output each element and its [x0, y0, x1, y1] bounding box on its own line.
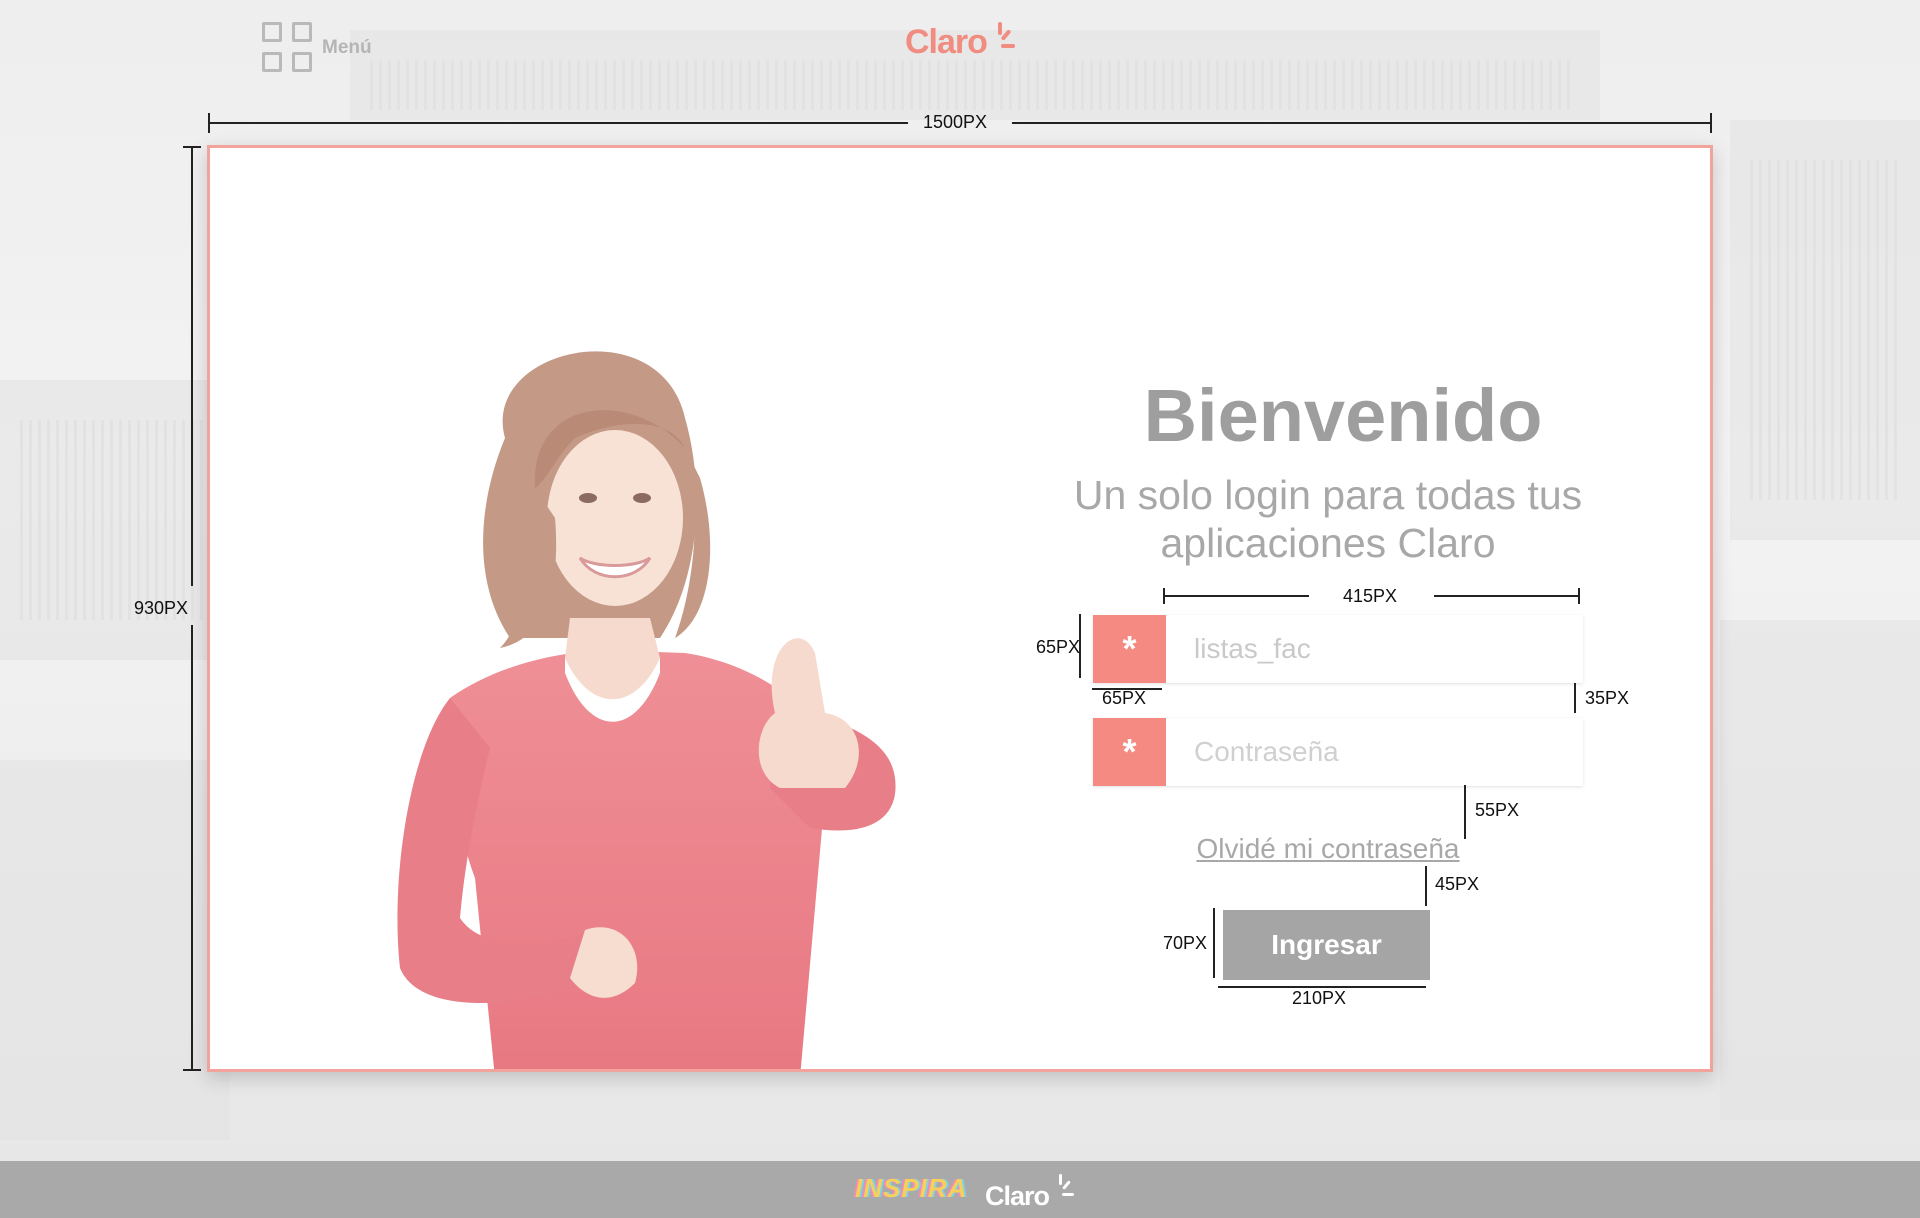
login-card: Bienvenido Un solo login para todas tus … — [207, 145, 1713, 1072]
dim-tick-bottom — [183, 1069, 201, 1071]
dim-line-card-height-top — [191, 146, 193, 586]
dim-forgot-gap: 55PX — [1475, 800, 1520, 820]
dim-line-card-width-left — [208, 122, 908, 124]
dim-line-button-height — [1213, 908, 1215, 978]
dim-line-card-height-bottom — [191, 625, 193, 1070]
dim-field-height: 65PX — [1036, 637, 1081, 657]
welcome-subtitle: Un solo login para todas tus aplicacione… — [1073, 472, 1583, 566]
dim-card-height: 930PX — [134, 598, 189, 618]
claro-rays-icon — [989, 22, 1015, 62]
dim-line-card-width-right — [1012, 122, 1712, 124]
footer-claro-logo: Claro — [985, 1172, 1077, 1212]
inspira-logo: INSPIRA — [855, 1173, 968, 1203]
dim-button-height: 70PX — [1163, 933, 1208, 953]
claro-rays-icon — [1051, 1172, 1077, 1212]
username-input[interactable] — [1166, 615, 1583, 683]
claro-logo: Claro — [905, 22, 1015, 62]
forgot-password-link[interactable]: Olvidé mi contraseña — [1123, 833, 1533, 865]
dim-tick-right — [1710, 113, 1712, 133]
dim-field-gap: 35PX — [1585, 688, 1630, 708]
dim-icon-width: 65PX — [1102, 688, 1147, 708]
dim-line-button-gap — [1425, 866, 1427, 906]
hero-photo — [397, 351, 896, 1069]
dim-button-width: 210PX — [1292, 988, 1347, 1008]
asterisk-icon: * — [1093, 615, 1166, 683]
password-field[interactable]: * — [1093, 718, 1583, 786]
password-input[interactable] — [1166, 718, 1583, 786]
asterisk-icon: * — [1093, 718, 1166, 786]
dim-card-width: 1500PX — [923, 112, 988, 132]
dim-line-field-width-left — [1163, 595, 1309, 597]
welcome-title: Bienvenido — [1143, 374, 1543, 457]
dim-tick-field-right — [1578, 588, 1580, 604]
menu-label: Menú — [322, 37, 372, 58]
logo-text: Claro — [905, 23, 988, 61]
grid-menu-icon — [262, 22, 312, 72]
menu-button[interactable]: Menú — [262, 22, 372, 72]
dim-line-field-width-right — [1434, 595, 1580, 597]
dim-button-gap: 45PX — [1435, 874, 1480, 894]
dim-line-forgot-gap — [1464, 785, 1466, 839]
dim-line-field-gap — [1574, 683, 1576, 713]
submit-button[interactable]: Ingresar — [1223, 910, 1430, 980]
username-field[interactable]: * — [1093, 615, 1583, 683]
dim-field-width: 415PX — [1343, 586, 1398, 606]
footer-logo-text: Claro — [985, 1181, 1050, 1211]
